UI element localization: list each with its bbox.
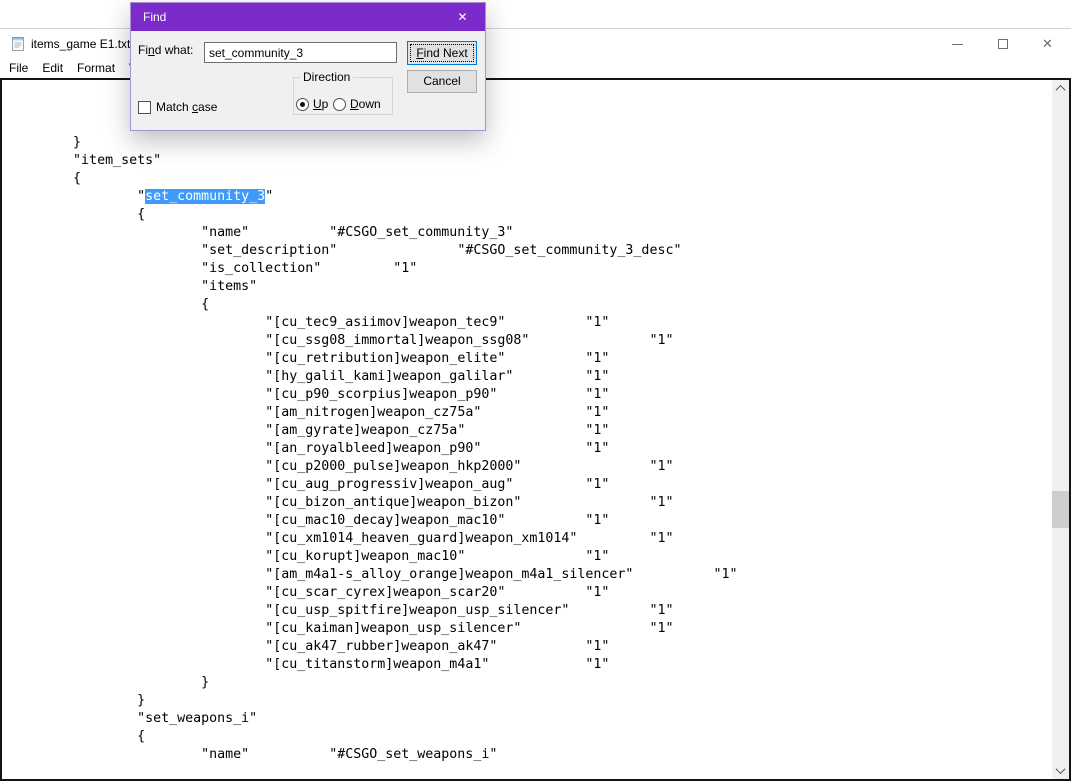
radio-up-icon	[296, 97, 309, 111]
find-dialog-close-button[interactable]: ✕	[440, 3, 485, 31]
radio-down-label: Down	[350, 97, 381, 111]
match-case-checkbox-icon	[138, 100, 151, 114]
direction-label: Direction	[300, 70, 354, 84]
scroll-up-button[interactable]	[1052, 80, 1069, 97]
close-icon: ✕	[1042, 36, 1053, 52]
find-what-input[interactable]	[204, 42, 397, 63]
maximize-icon	[997, 39, 1008, 49]
match-case-checkbox[interactable]: Match case	[138, 100, 217, 114]
radio-down-icon	[333, 97, 346, 111]
minimize-icon	[952, 43, 963, 45]
editor[interactable]: } "item_sets" { "set_community_3" { "nam…	[0, 78, 1071, 781]
menu-item-file[interactable]: File	[2, 59, 35, 77]
scroll-down-button[interactable]	[1052, 762, 1069, 779]
menu-item-format[interactable]: Format	[70, 59, 122, 77]
radio-up-label: Up	[313, 97, 329, 111]
chevron-up-icon	[1055, 84, 1066, 95]
find-dialog-close-icon: ✕	[457, 10, 468, 24]
find-dialog: Find ✕ Find what: Find Next Cancel Direc…	[130, 2, 486, 131]
vertical-scrollbar[interactable]	[1052, 80, 1069, 779]
notepad-window: items_game E1.txt - ✕ FileEditFormatView…	[0, 28, 1071, 781]
find-what-label: Find what:	[138, 43, 194, 57]
find-next-button[interactable]: Find Next	[407, 41, 477, 65]
match-case-label: Match case	[156, 100, 218, 114]
minimize-button[interactable]	[935, 29, 980, 59]
close-button[interactable]: ✕	[1025, 29, 1070, 59]
find-dialog-titlebar[interactable]: Find ✕	[131, 3, 485, 31]
window-controls: ✕	[935, 29, 1070, 59]
chevron-down-icon	[1055, 764, 1066, 775]
notepad-icon	[12, 37, 24, 51]
scroll-thumb[interactable]	[1052, 491, 1069, 528]
radio-up[interactable]: Up	[296, 97, 328, 111]
radio-down[interactable]: Down	[333, 97, 381, 111]
cancel-button[interactable]: Cancel	[407, 70, 477, 93]
editor-text[interactable]: } "item_sets" { "set_community_3" { "nam…	[2, 80, 1052, 779]
selected-text: set_community_3	[145, 189, 266, 204]
maximize-button[interactable]	[980, 29, 1025, 59]
menu-item-edit[interactable]: Edit	[35, 59, 70, 77]
find-dialog-title: Find	[143, 10, 167, 24]
window-title: items_game E1.txt -	[31, 37, 138, 51]
